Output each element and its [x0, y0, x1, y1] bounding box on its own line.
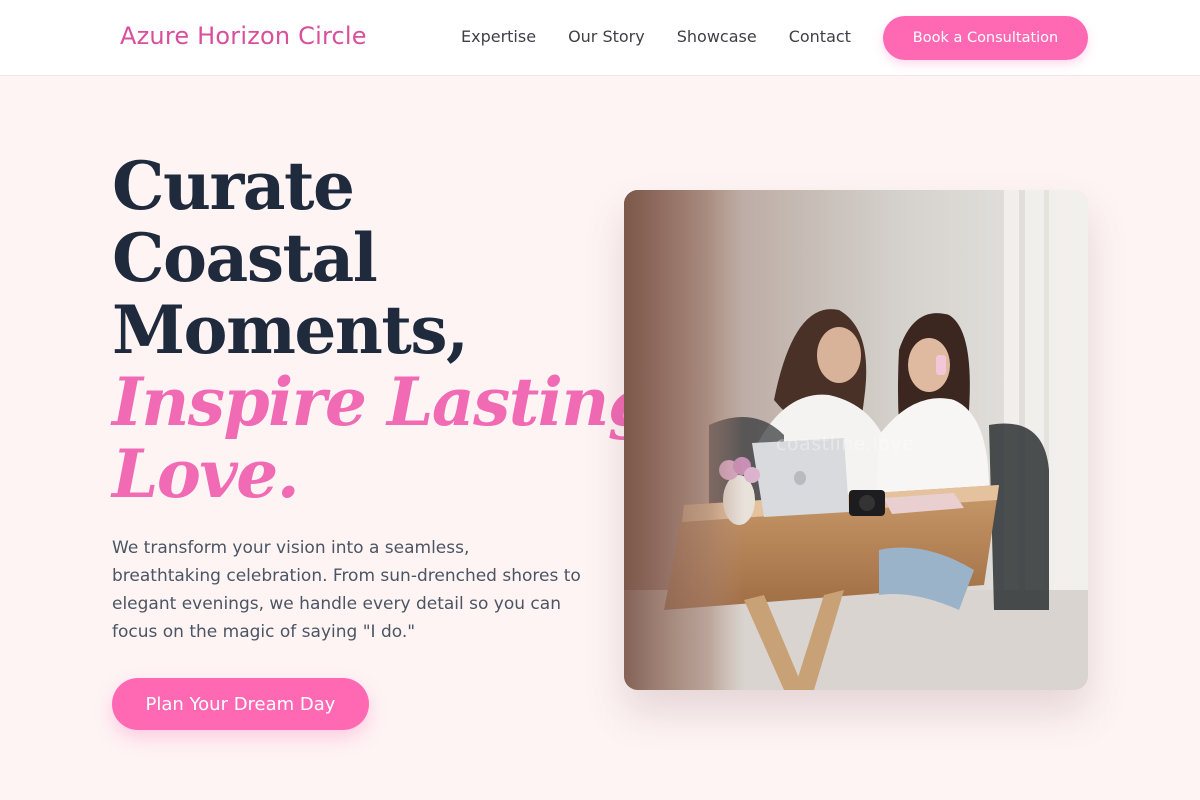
- hero-description: We transform your vision into a seamless…: [112, 538, 581, 642]
- nav-link-showcase[interactable]: Showcase: [677, 27, 757, 46]
- headline-line: Curate: [112, 147, 355, 225]
- image-watermark: coastline.love: [776, 433, 915, 455]
- headline-accent-line: Love.: [112, 435, 300, 513]
- headline-line: Coastal: [112, 219, 378, 297]
- nav-link-contact[interactable]: Contact: [789, 27, 851, 46]
- book-consultation-button[interactable]: Book a Consultation: [883, 16, 1088, 60]
- headline-line: Moments,: [112, 291, 469, 369]
- headline-accent-line: Inspire Lasting: [112, 363, 654, 441]
- nav-link-our-story[interactable]: Our Story: [568, 27, 645, 46]
- main-nav: Expertise Our Story Showcase Contact: [461, 27, 883, 46]
- hero-headline: Curate Coastal Moments, Inspire Lasting …: [112, 147, 654, 513]
- plan-dream-day-button[interactable]: Plan Your Dream Day: [112, 678, 369, 730]
- hero-image: coastline.love: [624, 190, 1088, 690]
- nav-link-expertise[interactable]: Expertise: [461, 27, 536, 46]
- site-header: Azure Horizon Circle Expertise Our Story…: [0, 0, 1200, 76]
- brand-logo[interactable]: Azure Horizon Circle: [120, 22, 367, 50]
